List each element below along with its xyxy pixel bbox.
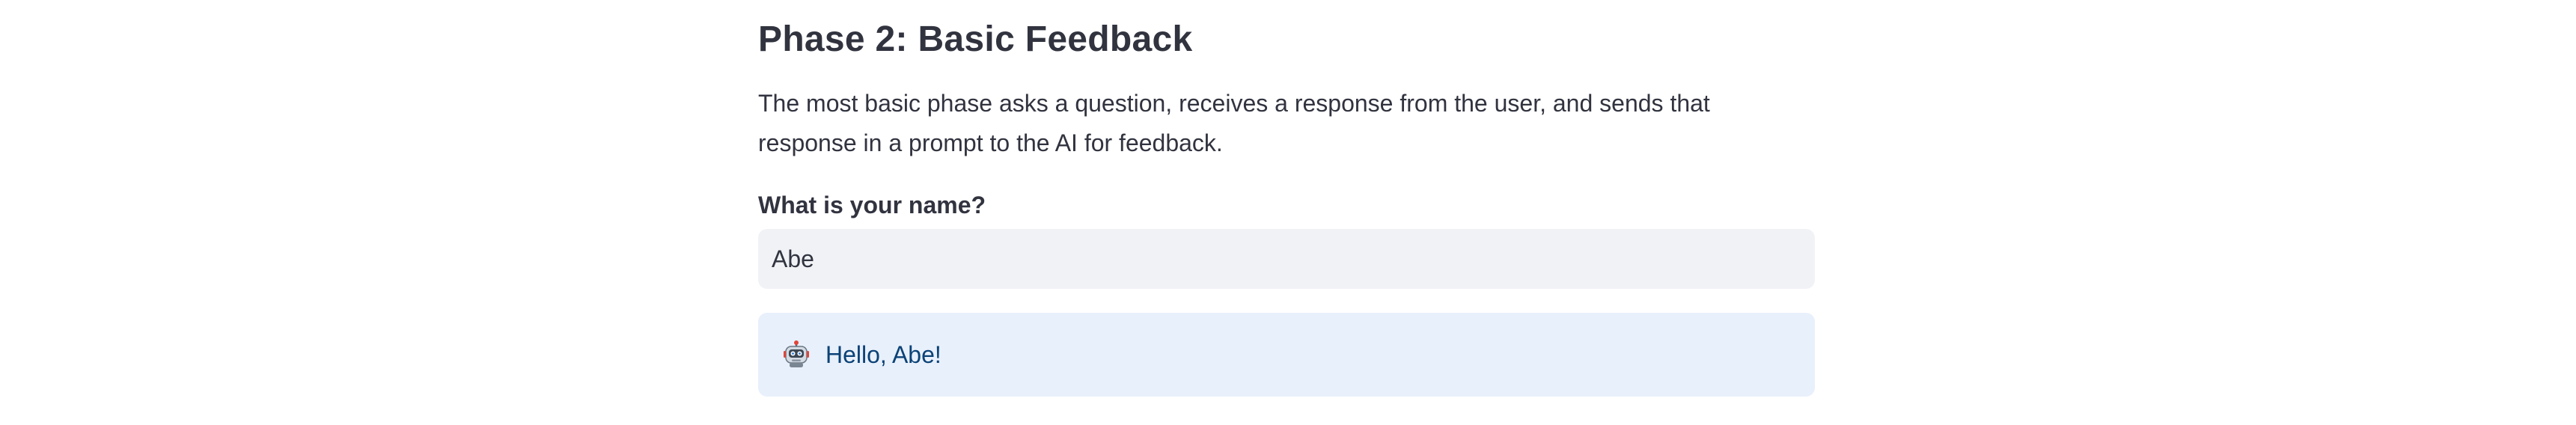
name-question-label: What is your name? bbox=[758, 192, 986, 218]
name-input[interactable] bbox=[758, 229, 1815, 289]
page-title: Phase 2: Basic Feedback bbox=[758, 19, 1193, 59]
feedback-info-box: Hello, Abe! bbox=[758, 313, 1815, 397]
main-content: Phase 2: Basic Feedback The most basic p… bbox=[758, 0, 1815, 397]
feedback-message: Hello, Abe! bbox=[825, 340, 941, 368]
robot-icon bbox=[782, 340, 811, 369]
phase-description: The most basic phase asks a question, re… bbox=[758, 90, 1710, 156]
